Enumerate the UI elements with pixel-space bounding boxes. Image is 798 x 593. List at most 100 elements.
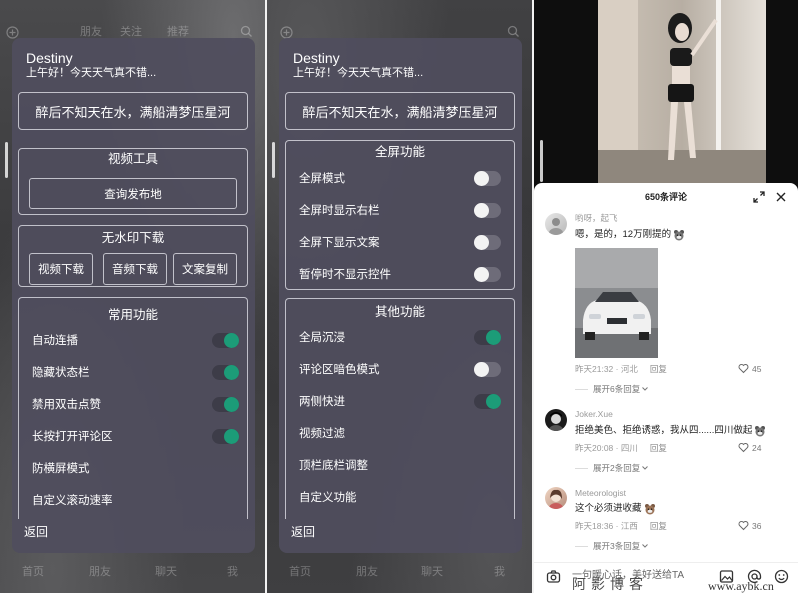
video-frame-image[interactable] [598, 0, 766, 183]
bottom-tab-me[interactable]: 我 [494, 565, 505, 579]
setting-item-fullscreen-mode[interactable]: 全屏模式 [286, 163, 514, 195]
comment-username[interactable]: Meteorologist [575, 487, 626, 499]
comment-text: 这个必须进收藏 [575, 502, 656, 516]
user-name: Destiny [26, 50, 73, 66]
bottom-tab-home[interactable]: 首页 [289, 565, 311, 579]
toggle-knob [474, 203, 489, 218]
toggle-knob [224, 365, 239, 380]
comment-image-car[interactable] [575, 248, 658, 358]
divider [575, 388, 588, 390]
bottom-tab-home[interactable]: 首页 [22, 565, 44, 579]
toggle-switch[interactable] [474, 203, 501, 218]
comment-username[interactable]: Joker.Xue [575, 408, 613, 420]
toggle-switch[interactable] [474, 267, 501, 282]
setting-item-hide-statusbar[interactable]: 隐藏状态栏 [19, 357, 247, 389]
setting-item-dark-comments[interactable]: 评论区暗色模式 [286, 354, 514, 386]
bottom-tab-friends[interactable]: 朋友 [356, 565, 378, 579]
setting-item-hide-controls-on-pause[interactable]: 暂停时不显示控件 [286, 259, 514, 291]
reply-button[interactable]: 回复 [650, 364, 667, 374]
camera-icon[interactable] [546, 569, 561, 584]
setting-item-disable-double-tap-like[interactable]: 禁用双击点赞 [19, 389, 247, 421]
setting-item-side-fast-forward[interactable]: 两侧快进 [286, 386, 514, 418]
section-title: 无水印下载 [101, 231, 165, 245]
video-tools-section: 视频工具 查询发布地 [18, 148, 248, 215]
copy-caption-button[interactable]: 文案复制 [173, 253, 237, 285]
section-title: 其他功能 [374, 305, 425, 319]
expand-replies[interactable]: 展开6条回复 [575, 383, 649, 395]
comment-text: 嗯，是的，12万刚提的 [575, 228, 685, 242]
reply-button[interactable]: 回复 [650, 443, 667, 453]
reply-button[interactable]: 回复 [650, 521, 667, 531]
toggle-switch[interactable] [212, 397, 239, 412]
setting-item-prevent-landscape[interactable]: 防横屏模式 [19, 453, 247, 485]
setting-item-global-immersive[interactable]: 全局沉浸 [286, 322, 514, 354]
setting-item-custom-functions[interactable]: 自定义功能 [286, 482, 514, 514]
emoji-icon[interactable] [774, 569, 789, 584]
toggle-switch[interactable] [474, 394, 501, 409]
setting-label: 两侧快进 [299, 396, 345, 408]
toggle-switch[interactable] [212, 333, 239, 348]
bottom-tab-chat[interactable]: 聊天 [155, 565, 177, 579]
search-icon[interactable] [507, 25, 520, 38]
expand-replies-label: 展开6条回复 [593, 384, 641, 394]
comment-username[interactable]: 哟呀，起飞 [575, 212, 618, 224]
drag-handle[interactable] [540, 140, 543, 182]
toggle-switch[interactable] [474, 235, 501, 250]
setting-item-fullscreen-right-bar[interactable]: 全屏时显示右栏 [286, 195, 514, 227]
bottom-tab-me[interactable]: 我 [227, 565, 238, 579]
add-circle-icon[interactable] [6, 26, 19, 39]
query-location-button[interactable]: 查询发布地 [29, 178, 237, 209]
setting-label: 自定义功能 [299, 492, 357, 504]
audio-download-button[interactable]: 音频下载 [103, 253, 167, 285]
drag-handle[interactable] [272, 142, 275, 178]
setting-label: 禁用双击点赞 [32, 399, 101, 411]
video-download-button[interactable]: 视频下载 [29, 253, 93, 285]
setting-item-autoplay[interactable]: 自动连播 [19, 325, 247, 357]
heart-icon[interactable] [738, 520, 749, 531]
back-button[interactable]: 返回 [291, 524, 315, 540]
avatar[interactable] [545, 487, 567, 509]
back-button[interactable]: 返回 [24, 524, 48, 540]
setting-item-scroll-speed[interactable]: 自定义滚动速率 [19, 485, 247, 517]
setting-label: 评论区暗色模式 [299, 364, 380, 376]
chevron-down-icon [642, 466, 649, 470]
top-tab-friends[interactable]: 朋友 [80, 25, 102, 39]
setting-label: 全屏模式 [299, 173, 345, 185]
heart-icon[interactable] [738, 442, 749, 453]
expand-replies[interactable]: 展开2条回复 [575, 462, 649, 474]
setting-item-bar-adjust[interactable]: 顶栏底栏调整 [286, 450, 514, 482]
toggle-switch[interactable] [474, 362, 501, 377]
setting-item-fullscreen-caption[interactable]: 全屏下显示文案 [286, 227, 514, 259]
bear-emoji-icon [755, 426, 766, 437]
comment-time-location: 昨天18:36 · 江西 [575, 521, 638, 531]
close-icon[interactable] [775, 191, 787, 203]
divider [575, 467, 588, 469]
toggle-knob [474, 362, 489, 377]
expand-replies[interactable]: 展开3条回复 [575, 540, 649, 552]
setting-item-video-filter[interactable]: 视频过滤 [286, 418, 514, 450]
toggle-switch[interactable] [212, 365, 239, 380]
bottom-tab-friends[interactable]: 朋友 [89, 565, 111, 579]
top-tab-following[interactable]: 关注 [120, 25, 142, 39]
toggle-switch[interactable] [474, 171, 501, 186]
toggle-knob [474, 171, 489, 186]
toggle-knob [224, 397, 239, 412]
toggle-knob [224, 333, 239, 348]
toggle-knob [224, 429, 239, 444]
avatar[interactable] [545, 409, 567, 431]
search-icon[interactable] [240, 25, 253, 38]
top-tab-recommend[interactable]: 推荐 [167, 25, 189, 39]
setting-label: 自动连播 [32, 335, 78, 347]
setting-item-long-press-comments[interactable]: 长按打开评论区 [19, 421, 247, 453]
heart-icon[interactable] [738, 363, 749, 374]
common-functions-section: 常用功能 自动连播 隐藏状态栏 禁用双击点赞 长按打开评论区 防横屏模式 自定义… [18, 297, 248, 519]
expand-icon[interactable] [753, 191, 765, 203]
chevron-down-icon [642, 544, 649, 548]
drag-handle[interactable] [5, 142, 8, 178]
bottom-tab-chat[interactable]: 聊天 [421, 565, 443, 579]
toggle-switch[interactable] [474, 330, 501, 345]
toggle-switch[interactable] [212, 429, 239, 444]
avatar[interactable] [545, 213, 567, 235]
motto-box: 醉后不知天在水，满船清梦压星河 [18, 92, 248, 130]
comment-text-content: 这个必须进收藏 [575, 503, 642, 514]
